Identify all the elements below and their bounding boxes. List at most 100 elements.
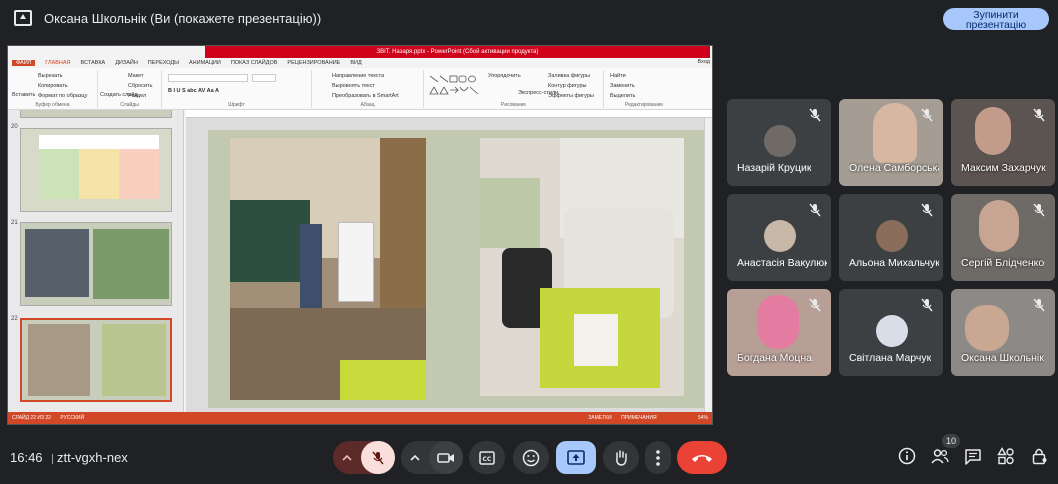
align-text-button[interactable]: Выровнять текст bbox=[332, 83, 375, 89]
ppt-ribbon: Вставить Вырезать Копировать Формат по о… bbox=[8, 68, 712, 110]
ppt-tab-review[interactable]: РЕЦЕНЗИРОВАНИЕ bbox=[287, 60, 340, 66]
avatar bbox=[876, 315, 908, 347]
ppt-tab-view[interactable]: ВИД bbox=[350, 60, 361, 66]
avatar bbox=[764, 220, 796, 252]
copy-button[interactable]: Копировать bbox=[38, 83, 68, 89]
ppt-tab-file[interactable]: ФАЙЛ bbox=[12, 60, 36, 66]
camera-options-button[interactable] bbox=[401, 441, 429, 474]
thumb-21-text-block bbox=[25, 229, 89, 297]
participant-tile-7[interactable]: Богдана Моцна bbox=[727, 289, 831, 376]
camera-control-group bbox=[401, 441, 463, 474]
participant-tile-2[interactable]: Олена Самборська bbox=[839, 99, 943, 186]
camera-toggle-button[interactable] bbox=[429, 441, 463, 474]
font-name-box[interactable] bbox=[168, 74, 248, 82]
select-button[interactable]: Выделить bbox=[610, 93, 635, 99]
host-controls-button[interactable] bbox=[1030, 446, 1050, 466]
ppt-login[interactable]: Вход bbox=[698, 59, 710, 65]
chevron-up-icon bbox=[342, 454, 352, 461]
present-now-button[interactable] bbox=[556, 441, 596, 474]
participant-name: Назарій Круцик bbox=[737, 162, 812, 174]
meeting-details-button[interactable] bbox=[897, 446, 917, 466]
participant-tile-3[interactable]: Максим Захарчук bbox=[951, 99, 1055, 186]
reactions-button[interactable] bbox=[513, 441, 549, 474]
shape-effects-button[interactable]: Эффекты фигуры bbox=[548, 93, 594, 99]
thumb-21-photo bbox=[93, 229, 169, 299]
current-slide[interactable] bbox=[208, 130, 706, 408]
slide-photo-classroom[interactable] bbox=[230, 138, 426, 400]
cut-button[interactable]: Вырезать bbox=[38, 73, 62, 79]
format-painter-button[interactable]: Формат по образцу bbox=[38, 93, 87, 99]
more-options-button[interactable] bbox=[645, 441, 671, 474]
find-button[interactable]: Найти bbox=[610, 73, 626, 79]
mic-off-icon bbox=[921, 108, 933, 122]
ppt-status-bar: СЛАЙД 22 ИЗ 22 РУССКИЙ ЗАМЕТКИ ПРИМЕЧАНИ… bbox=[8, 412, 712, 424]
people-button[interactable] bbox=[930, 446, 950, 466]
slide-editing-area[interactable] bbox=[186, 118, 706, 414]
meeting-code: ztt-vgxh-nex bbox=[57, 450, 128, 465]
ppt-tab-slideshow[interactable]: ПОКАЗ СЛАЙДОВ bbox=[231, 60, 278, 66]
stop-presenting-button[interactable]: Зупинити презентацію bbox=[943, 8, 1049, 30]
slide-thumbnail-21[interactable] bbox=[20, 222, 172, 306]
ppt-tab-home[interactable]: ГЛАВНАЯ bbox=[45, 60, 70, 66]
section-button[interactable]: Раздел bbox=[128, 93, 146, 99]
reset-button[interactable]: Сбросить bbox=[128, 83, 152, 89]
comments-button[interactable]: ПРИМЕЧАНИЯ bbox=[621, 415, 657, 421]
smartart-button[interactable]: Преобразовать в SmartArt bbox=[332, 93, 399, 99]
zoom-level[interactable]: 54% bbox=[698, 415, 708, 421]
raise-hand-button[interactable] bbox=[603, 441, 639, 474]
shape-outline-button[interactable]: Контур фигуры bbox=[548, 83, 586, 89]
activities-button[interactable] bbox=[996, 446, 1016, 466]
replace-button[interactable]: Заменить bbox=[610, 83, 635, 89]
participant-tile-9[interactable]: Оксана Школьнік bbox=[951, 289, 1055, 376]
ribbon-group-drawing: Упорядочить Экспресс-стили Заливка фигур… bbox=[424, 70, 604, 108]
thumb-19-partial[interactable] bbox=[20, 110, 172, 118]
shape-fill-button[interactable]: Заливка фигуры bbox=[548, 73, 590, 79]
leave-call-button[interactable] bbox=[677, 441, 727, 474]
ppt-tab-design[interactable]: ДИЗАЙН bbox=[115, 60, 138, 66]
slide-photo-students[interactable] bbox=[480, 138, 684, 396]
call-end-icon bbox=[692, 454, 712, 462]
participant-tile-8[interactable]: Світлана Марчук bbox=[839, 289, 943, 376]
participant-tile-6[interactable]: Сергій Блідченко bbox=[951, 194, 1055, 281]
thumb-20-content bbox=[39, 135, 159, 199]
slide-vertical-scrollbar[interactable] bbox=[704, 118, 712, 414]
text-direction-button[interactable]: Направление текста bbox=[332, 73, 384, 79]
divider bbox=[52, 454, 53, 464]
arrange-button[interactable]: Упорядочить bbox=[488, 73, 521, 79]
chat-button[interactable] bbox=[963, 446, 983, 466]
thumb-22-photo-right bbox=[102, 324, 166, 396]
mic-off-icon bbox=[809, 108, 821, 122]
drawing-group-label: Рисование bbox=[500, 102, 527, 108]
layout-button[interactable]: Макет bbox=[128, 73, 144, 79]
participant-tile-1[interactable]: Назарій Круцик bbox=[727, 99, 831, 186]
lock-person-icon bbox=[1032, 448, 1047, 465]
slide-thumbnail-22[interactable] bbox=[20, 318, 172, 402]
ribbon-group-slides: Создать слайд Макет Сбросить Раздел Слай… bbox=[98, 70, 162, 108]
mic-off-icon bbox=[372, 451, 384, 464]
present-to-all-icon bbox=[567, 449, 585, 465]
ppt-tab-insert[interactable]: ВСТАВКА bbox=[81, 60, 106, 66]
paste-button[interactable]: Вставить bbox=[12, 92, 35, 98]
ppt-tab-transitions[interactable]: ПЕРЕХОДЫ bbox=[148, 60, 179, 66]
mic-options-button[interactable] bbox=[333, 441, 361, 474]
font-size-box[interactable] bbox=[252, 74, 276, 82]
shapes-activities-icon bbox=[997, 447, 1014, 465]
slide-thumbnails-pane: 20 21 22 bbox=[8, 110, 184, 414]
mic-toggle-button[interactable] bbox=[361, 441, 395, 474]
slide-thumbnail-20[interactable] bbox=[20, 128, 172, 212]
paper-sheet bbox=[574, 314, 618, 366]
participant-tile-5[interactable]: Альона Михальчук bbox=[839, 194, 943, 281]
mic-off-icon bbox=[921, 298, 933, 312]
participant-tile-4[interactable]: Анастасія Вакулюк bbox=[727, 194, 831, 281]
ppt-tab-animations[interactable]: АНИМАЦИИ bbox=[189, 60, 221, 66]
videocam-icon bbox=[437, 452, 454, 463]
shapes-gallery-icon[interactable] bbox=[428, 74, 482, 100]
horizontal-ruler bbox=[186, 110, 712, 118]
editing-group-label: Редактирование bbox=[624, 102, 664, 108]
avatar bbox=[764, 125, 796, 157]
yellow-desk bbox=[340, 360, 426, 400]
notes-button[interactable]: ЗАМЕТКИ bbox=[588, 415, 611, 421]
shared-screen-powerpoint: ЗВІТ. Назаря.pptx - PowerPoint (Сбой акт… bbox=[7, 45, 713, 425]
captions-button[interactable]: CC bbox=[469, 441, 505, 474]
font-format-buttons[interactable]: B I U S abc AV Aa A bbox=[168, 88, 219, 94]
